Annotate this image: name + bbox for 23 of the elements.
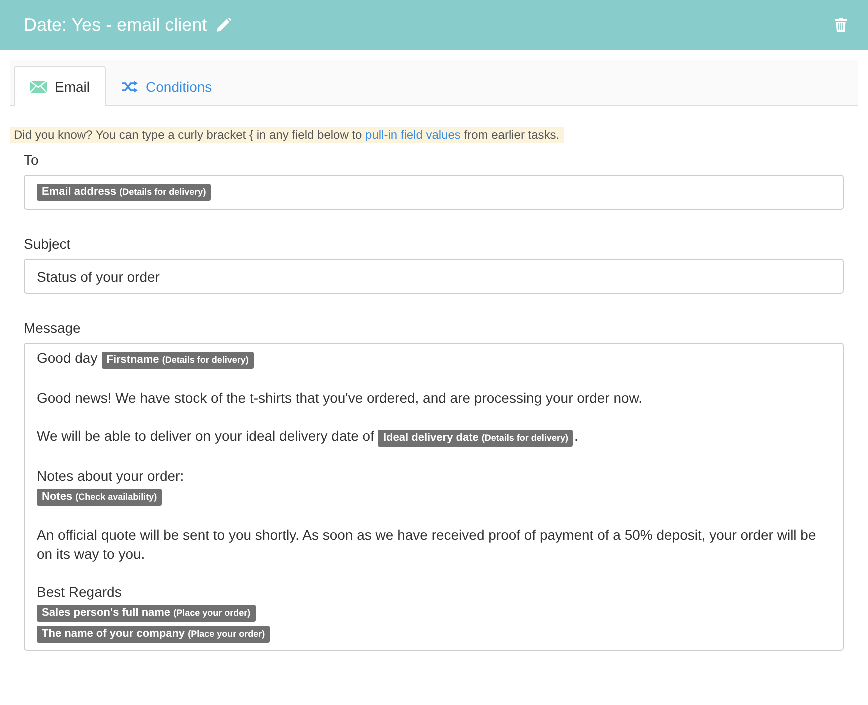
link[interactable]: pull-in field values bbox=[366, 128, 461, 142]
message-text: Good day bbox=[37, 350, 98, 366]
message-text: . bbox=[574, 428, 578, 444]
message-text: We will be able to deliver on your ideal delivery date of bbox=[37, 428, 374, 444]
page-title: Date: Yes - email client bbox=[24, 14, 208, 36]
field-token: The name of your company (Place your order) bbox=[37, 626, 270, 643]
field-label: To bbox=[24, 152, 40, 168]
tab[interactable]: Email bbox=[14, 66, 106, 106]
tip-text: Did you know? You can type a curly bracket { in any field below to pull-in field values from earlier tasks. bbox=[10, 127, 564, 143]
input-field[interactable]: Email address (Details for delivery) bbox=[24, 175, 844, 210]
field-token: Email address (Details for delivery) bbox=[37, 184, 212, 201]
field-token: Sales person's full name (Place your order) bbox=[37, 605, 256, 622]
field-token: Ideal delivery date (Details for delivery) bbox=[378, 430, 574, 447]
field-label: Message bbox=[24, 320, 82, 336]
input-field[interactable]: Status of your order bbox=[24, 259, 844, 294]
field-token: Firstname (Details for delivery) bbox=[102, 352, 254, 369]
field-label: Subject bbox=[24, 236, 72, 252]
message-text: Notes about your order: bbox=[37, 468, 184, 484]
field-token: Notes (Check availability) bbox=[37, 489, 162, 506]
message-text: Good news! We have stock of the t-shirts that you've ordered, and are processing your order now. bbox=[37, 390, 643, 406]
tab[interactable]: Conditions bbox=[106, 67, 228, 106]
message-text: Best Regards bbox=[37, 584, 122, 600]
message-text: An official quote will be sent to you shortly. As soon as we have received proof of payment of a 50% deposit, your order will be on its way to you. bbox=[37, 527, 816, 562]
